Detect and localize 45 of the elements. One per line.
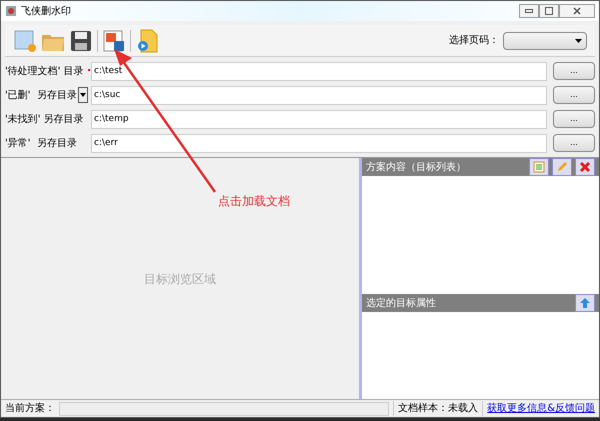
page-select-label: 选择页码： [449, 34, 499, 48]
directory-label: '异常' 另存目录 [5, 136, 77, 150]
directory-label: '已删' 另存目录 [5, 88, 77, 102]
feedback-link[interactable]: 获取更多信息&反馈问题 [482, 401, 595, 416]
directory-field[interactable]: c:\suc [91, 86, 547, 104]
dropdown-caret-icon [575, 38, 582, 42]
close-button[interactable] [559, 4, 595, 18]
dropdown-button[interactable] [78, 87, 88, 103]
up-arrow-icon [579, 297, 591, 309]
directory-field[interactable]: c:\test [91, 62, 547, 80]
grid-icon[interactable] [13, 28, 37, 52]
delete-icon [579, 161, 591, 173]
minimize-icon [525, 9, 533, 13]
annotation-text: 点击加载文档 [218, 193, 290, 210]
preview-area-label: 目标浏览区域 [144, 270, 216, 288]
browse-button[interactable]: ... [553, 62, 595, 80]
maximize-icon [545, 7, 553, 15]
browse-button[interactable]: ... [553, 86, 595, 104]
browse-button[interactable]: ... [553, 134, 595, 152]
dropdown-caret-icon [80, 93, 86, 97]
close-icon [573, 7, 581, 15]
save-icon[interactable] [69, 28, 93, 52]
document-icon[interactable] [102, 28, 126, 52]
list-icon [533, 161, 545, 173]
panel-title: 选定的目标属性 [366, 296, 437, 310]
sample-status: 文档样本：未载入 [393, 401, 478, 416]
upload-button[interactable] [575, 294, 595, 312]
edit-button[interactable] [552, 158, 572, 176]
directory-label: '未找到' 另存目录 [5, 112, 84, 126]
maximize-button[interactable] [539, 4, 559, 18]
minimize-button[interactable] [519, 4, 539, 18]
browse-button[interactable]: ... [553, 110, 595, 128]
scheme-label: 当前方案： [5, 402, 55, 416]
required-mark: • [86, 65, 92, 77]
directory-field[interactable]: c:\err [91, 134, 547, 152]
app-icon [5, 5, 17, 17]
play-document-icon[interactable] [135, 28, 159, 52]
pencil-icon [556, 161, 568, 173]
panel-title: 方案内容（目标列表） [366, 160, 467, 174]
directory-field[interactable]: c:\temp [91, 110, 547, 128]
window-title: 飞侠删水印 [21, 4, 71, 18]
delete-button[interactable] [575, 158, 595, 176]
directory-label: '待处理文档' 目录 [5, 64, 84, 78]
list-button[interactable] [529, 158, 549, 176]
page-select[interactable] [503, 32, 587, 50]
